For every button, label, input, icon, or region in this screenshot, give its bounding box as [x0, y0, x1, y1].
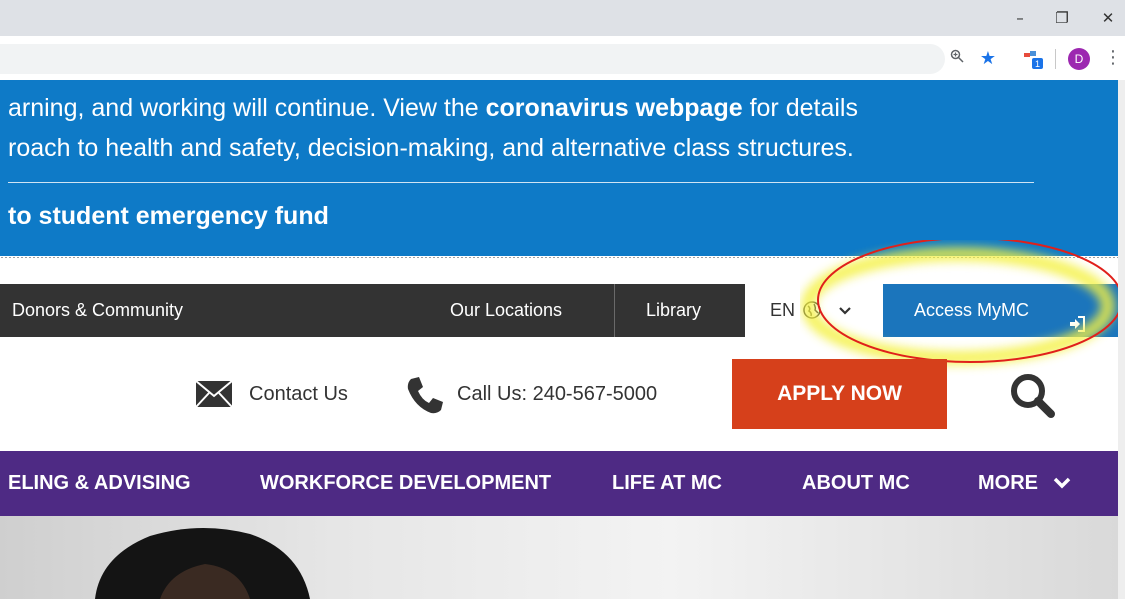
- nav-item-counseling-advising[interactable]: ELING & ADVISING: [8, 451, 191, 516]
- phone-icon: [405, 375, 445, 419]
- apply-now-button[interactable]: APPLY NOW: [732, 359, 947, 429]
- minimize-button[interactable]: –: [1005, 6, 1035, 30]
- hero-image: [0, 516, 1118, 599]
- alert-line-1-suffix: for details: [742, 94, 858, 122]
- nav-item-about-mc[interactable]: ABOUT MC: [802, 451, 910, 516]
- bookmark-star-icon[interactable]: ★: [976, 47, 1000, 71]
- utility-link-library[interactable]: Library: [646, 284, 701, 337]
- utility-link-locations[interactable]: Our Locations: [450, 284, 562, 337]
- nav-item-more[interactable]: MORE: [978, 451, 1072, 516]
- restore-button[interactable]: ❐: [1047, 6, 1077, 30]
- utility-link-donors[interactable]: Donors & Community: [12, 284, 183, 337]
- alert-divider: [8, 182, 1034, 183]
- nav-item-life-at-mc[interactable]: LIFE AT MC: [612, 451, 722, 516]
- hero-photo-figure: [95, 527, 310, 599]
- nav-more-label: MORE: [978, 472, 1038, 494]
- alert-line-1-prefix: arning, and working will continue. View …: [8, 94, 486, 122]
- close-window-button[interactable]: ✕: [1093, 6, 1123, 30]
- profile-avatar[interactable]: D: [1068, 48, 1090, 70]
- address-bar[interactable]: [0, 44, 945, 74]
- language-label: EN: [770, 300, 796, 320]
- toolbar-divider: [1055, 49, 1056, 69]
- browser-menu-icon[interactable]: ⋮: [1104, 47, 1122, 71]
- zoom-icon[interactable]: [945, 47, 969, 71]
- nav-item-workforce-development[interactable]: WORKFORCE DEVELOPMENT: [260, 451, 551, 516]
- page-scrollbar[interactable]: [1118, 80, 1125, 599]
- emergency-fund-link[interactable]: to student emergency fund: [8, 202, 329, 231]
- call-us-link[interactable]: Call Us: 240-567-5000: [457, 373, 657, 415]
- extension-badge: 1: [1035, 59, 1040, 69]
- contact-us-link[interactable]: Contact Us: [249, 373, 348, 415]
- search-icon[interactable]: [1008, 371, 1056, 423]
- envelope-icon: [195, 380, 233, 412]
- browser-tab-strip: [0, 0, 1125, 36]
- coronavirus-webpage-link[interactable]: coronavirus webpage: [486, 94, 743, 122]
- alert-line-2: roach to health and safety, decision-mak…: [8, 134, 854, 162]
- extension-icon[interactable]: 1: [1022, 47, 1046, 71]
- utility-divider: [614, 284, 615, 337]
- alert-line-1: arning, and working will continue. View …: [8, 94, 858, 123]
- chevron-down-icon: [1053, 477, 1070, 489]
